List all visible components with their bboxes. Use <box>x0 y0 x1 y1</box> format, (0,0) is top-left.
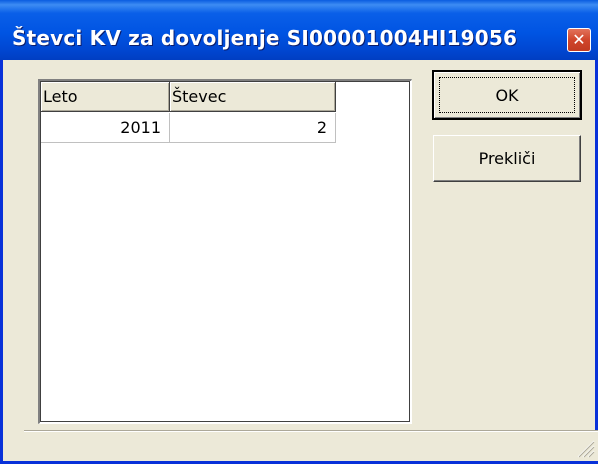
column-header-stevec[interactable]: Števec <box>170 82 336 112</box>
status-bar <box>24 430 598 461</box>
cancel-button[interactable]: Prekliči <box>433 135 581 182</box>
column-header-leto[interactable]: Leto <box>41 82 170 112</box>
grid-header: Leto Števec <box>41 82 336 112</box>
close-button[interactable]: ✕ <box>567 28 591 52</box>
counters-grid[interactable]: Leto Števec 2011 2 <box>38 79 412 424</box>
cell-stevec[interactable]: 2 <box>170 113 336 143</box>
dialog-window: Števci KV za dovoljenje SI00001004HI1905… <box>0 0 598 464</box>
focus-rectangle <box>439 77 575 113</box>
ok-button[interactable]: OK <box>432 70 582 120</box>
cell-leto[interactable]: 2011 <box>41 113 170 143</box>
resize-grip-icon[interactable] <box>573 436 595 458</box>
window-title: Števci KV za dovoljenje SI00001004HI1905… <box>12 26 518 50</box>
close-icon: ✕ <box>572 30 586 49</box>
cancel-button-label: Prekliči <box>478 149 536 168</box>
title-bar[interactable]: Števci KV za dovoljenje SI00001004HI1905… <box>0 0 598 60</box>
table-row[interactable]: 2011 2 <box>41 113 336 143</box>
